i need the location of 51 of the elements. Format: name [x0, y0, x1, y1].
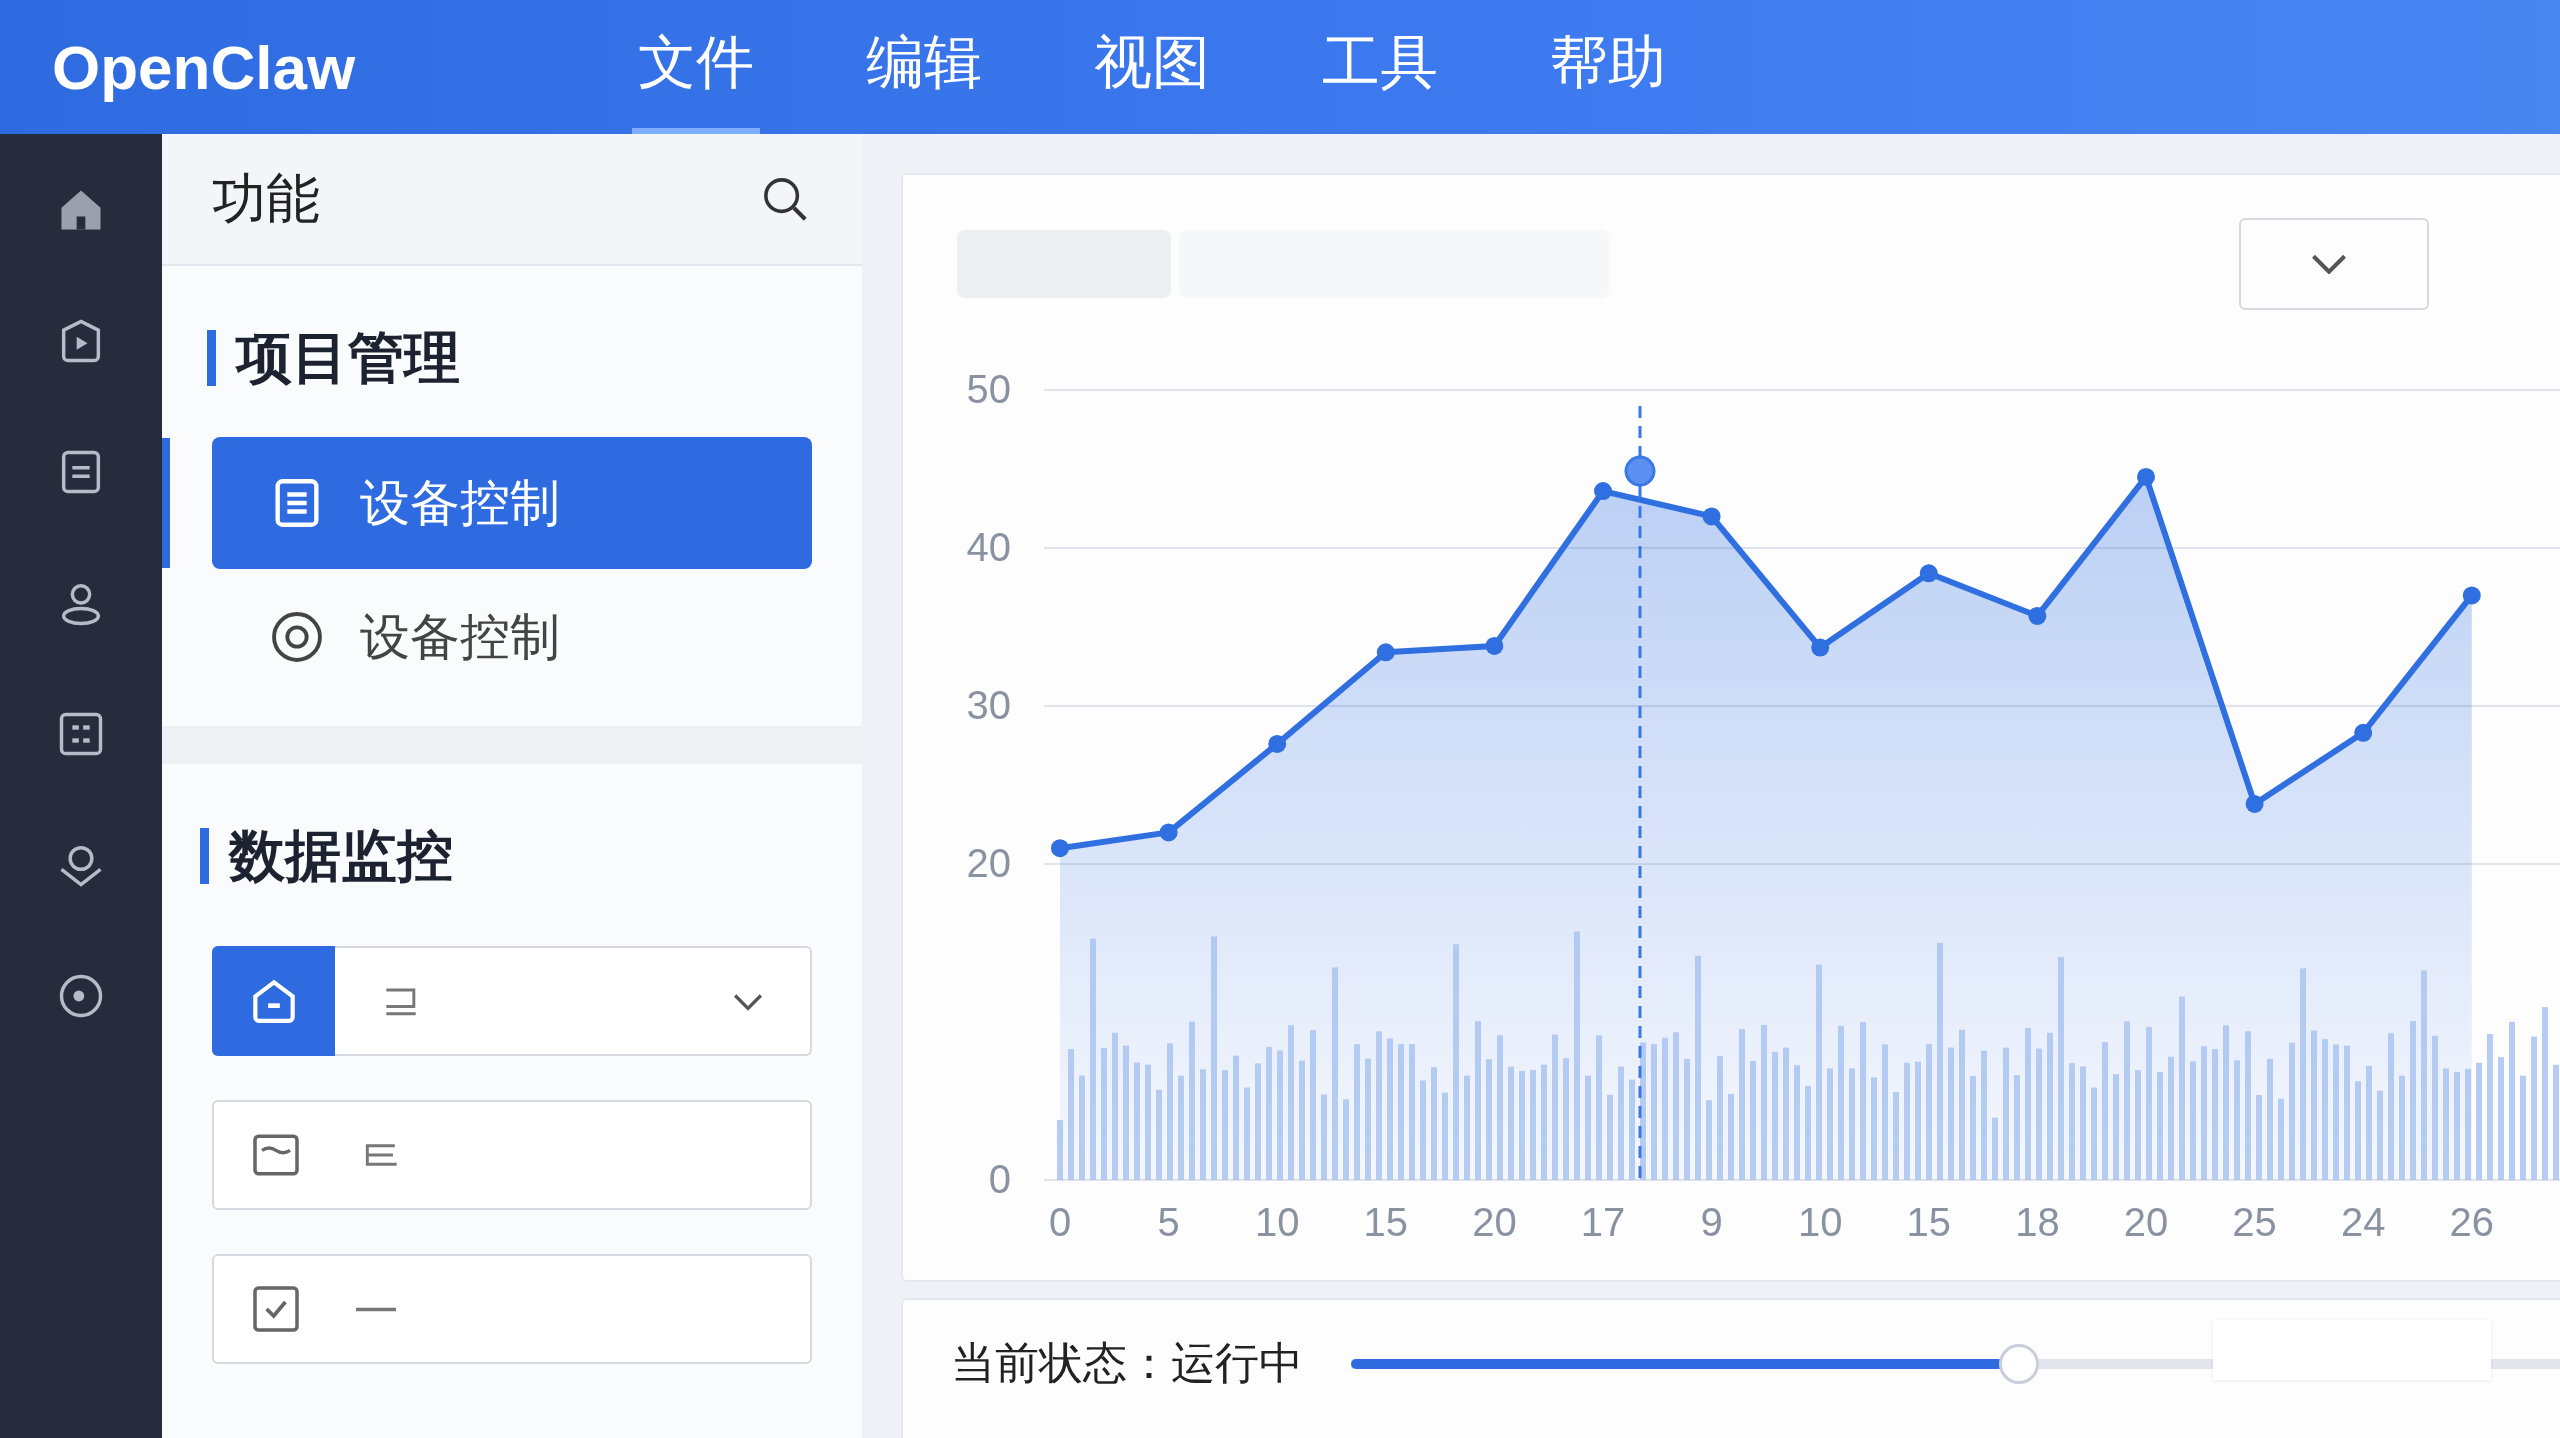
menu-item[interactable]: 工具 — [1316, 0, 1444, 134]
panel-title: 功能 — [212, 165, 320, 232]
data-point — [1159, 823, 1178, 842]
x-tick-label: 20 — [2123, 1200, 2169, 1244]
x-tick-label: 5 — [1157, 1200, 1180, 1244]
data-point — [1376, 643, 1395, 662]
y-tick-label: 30 — [966, 683, 1011, 727]
menu-item[interactable]: 编辑 — [860, 0, 988, 134]
menu-item[interactable]: 视图 — [1088, 0, 1216, 134]
x-tick-label: 10 — [1254, 1200, 1300, 1244]
data-point — [1051, 839, 1069, 858]
section-title: 数据监控 — [200, 828, 862, 884]
data-point — [1594, 482, 1612, 501]
menu-item[interactable]: 帮助 — [1544, 0, 1672, 134]
x-tick-label: 10 — [1797, 1200, 1843, 1244]
checkbox-field[interactable] — [212, 1254, 812, 1364]
x-tick-label: 15 — [1363, 1200, 1409, 1244]
app-title: OpenClaw — [52, 31, 357, 103]
home-tile[interactable] — [212, 946, 335, 1056]
x-tick-label: 20 — [1472, 1200, 1517, 1244]
data-point — [2462, 586, 2481, 605]
nav-item[interactable]: 设备控制 — [212, 571, 812, 703]
dash-icon — [356, 1306, 396, 1312]
section-title: 项目管理 — [207, 330, 862, 386]
status-label: 当前状态：运行中 — [951, 1336, 1304, 1390]
chevron-down-icon — [2311, 253, 2347, 274]
x-tick-label: 17 — [1580, 1200, 1626, 1244]
data-point — [2354, 723, 2373, 742]
slider-thumb[interactable] — [1999, 1344, 2040, 1384]
data-point — [1811, 638, 1830, 657]
x-tick-label: 15 — [1906, 1200, 1952, 1244]
y-tick-label: 50 — [966, 367, 1011, 411]
data-point — [2028, 606, 2047, 625]
nav-item[interactable]: 设备控制 — [212, 437, 812, 569]
x-tick-label: 0 — [1048, 1200, 1072, 1244]
x-tick-label: 24 — [2340, 1200, 2386, 1244]
data-point — [1919, 564, 1938, 583]
y-tick-label: 40 — [966, 525, 1011, 569]
y-tick-label: 0 — [988, 1157, 1011, 1201]
data-point — [2245, 794, 2264, 813]
x-tick-label: 18 — [2015, 1200, 2060, 1244]
data-point — [1268, 734, 1287, 753]
y-tick-label: 20 — [966, 841, 1011, 885]
x-tick-label: 9 — [1700, 1200, 1723, 1244]
x-tick-label: 26 — [2449, 1200, 2495, 1244]
input-field[interactable] — [212, 1100, 812, 1210]
data-point — [1485, 636, 1504, 655]
data-point — [2137, 467, 2155, 486]
dropdown-field[interactable] — [212, 946, 812, 1056]
data-point — [1702, 507, 1721, 526]
x-tick-label: 25 — [2232, 1200, 2277, 1244]
